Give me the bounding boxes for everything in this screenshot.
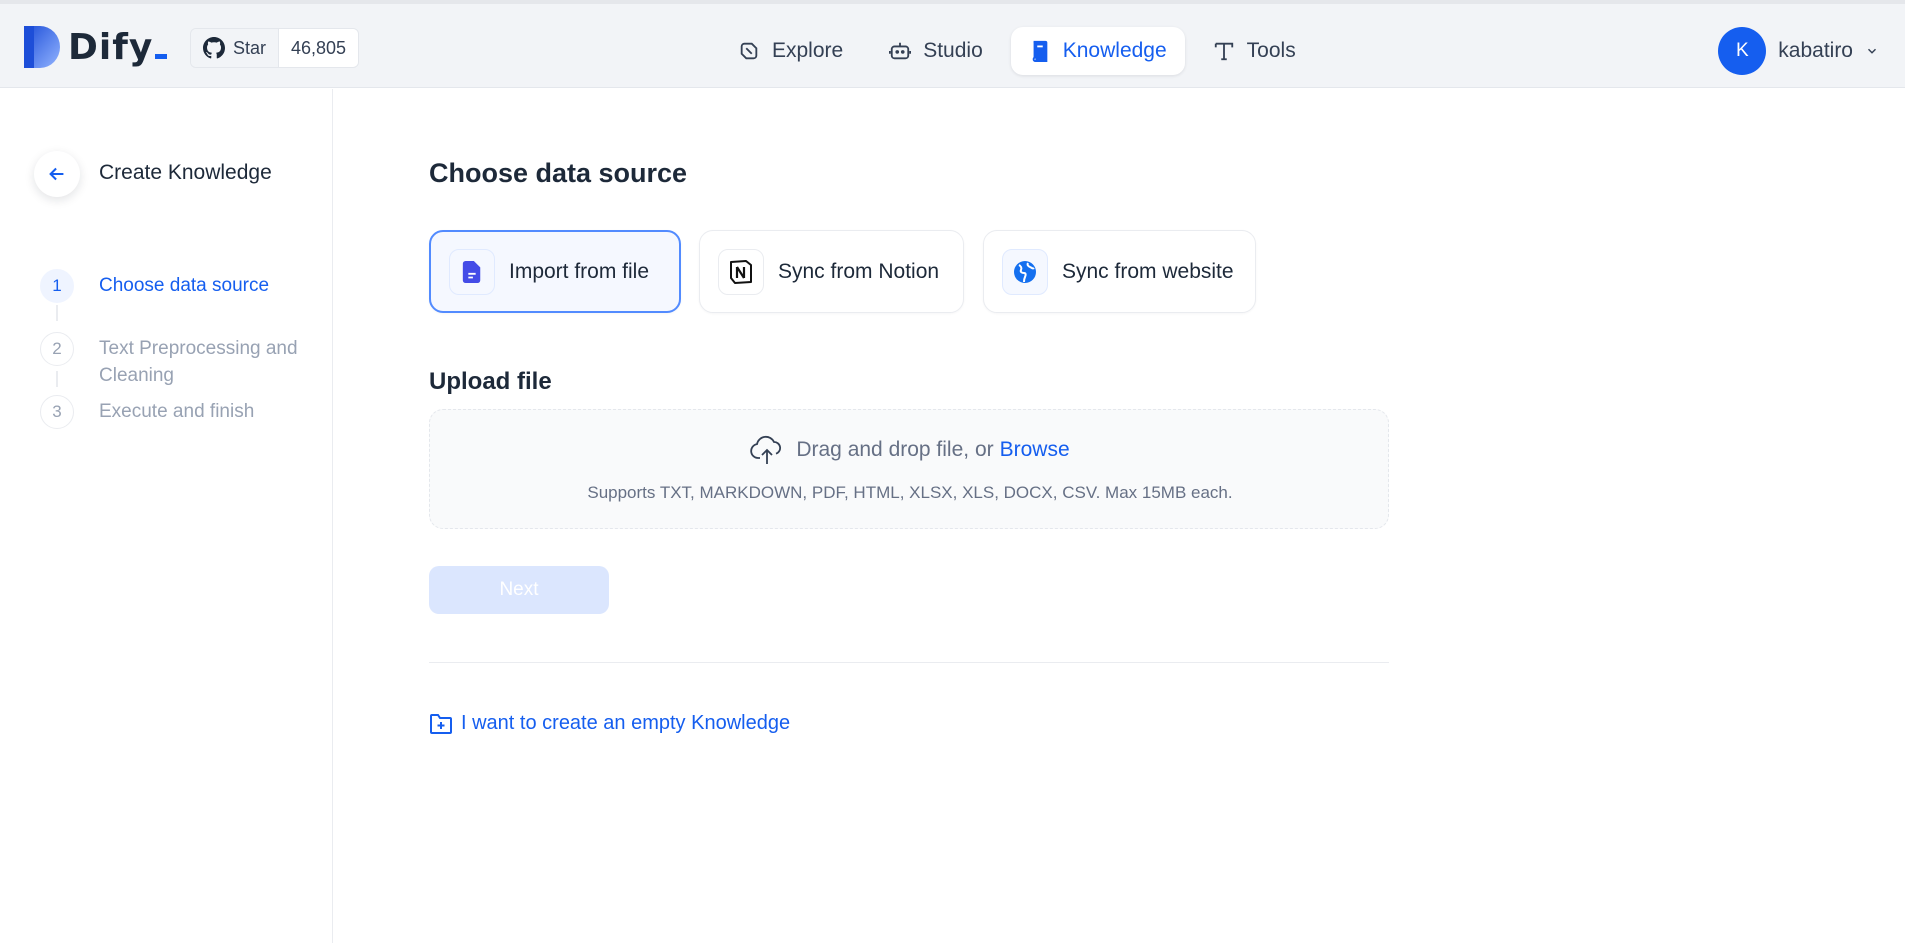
step-1: 1 Choose data source — [40, 269, 299, 303]
supported-formats: Supports TXT, MARKDOWN, PDF, HTML, XLSX,… — [587, 483, 1233, 502]
step-2-label: Text Preprocessing and Cleaning — [99, 338, 298, 386]
upload-heading: Upload file — [429, 368, 552, 395]
github-star-widget[interactable]: Star 46,805 — [190, 28, 360, 68]
nav-studio-label: Studio — [923, 39, 983, 62]
source-import-file-label: Import from file — [509, 259, 650, 283]
source-notion[interactable]: Sync from Notion — [699, 230, 964, 313]
globe-icon — [1014, 260, 1036, 283]
nav-explore-label: Explore — [772, 39, 844, 62]
user-menu[interactable]: K kabatiro — [1718, 27, 1879, 75]
github-star-label: Star — [233, 37, 267, 58]
source-website[interactable]: Sync from website — [983, 230, 1256, 313]
create-empty-knowledge-link[interactable]: I want to create an empty Knowledge — [429, 712, 790, 735]
github-star-count: 46,805 — [278, 29, 359, 67]
nav-tools[interactable]: Tools — [1195, 27, 1314, 75]
step-3-number: 3 — [40, 395, 74, 429]
nav-knowledge-label: Knowledge — [1062, 39, 1167, 62]
file-dropzone[interactable]: Drag and drop file, or Browse Supports T… — [429, 409, 1389, 529]
source-icon-box — [718, 248, 764, 295]
main-nav: Explore Studio Knowledge Tools — [720, 27, 1314, 75]
step-2: 2 Text Preprocessing and Cleaning — [40, 332, 299, 389]
step-connector — [56, 305, 58, 321]
step-3-label: Execute and finish — [99, 401, 255, 422]
robot-icon — [889, 42, 912, 60]
tools-icon — [1214, 42, 1233, 61]
browse-link[interactable]: Browse — [1000, 438, 1070, 462]
dify-logo-icon — [24, 26, 60, 68]
create-empty-knowledge-label: I want to create an empty Knowledge — [461, 712, 791, 734]
nav-tools-label: Tools — [1246, 39, 1296, 62]
step-connector — [56, 371, 58, 387]
step-3: 3 Execute and finish — [40, 395, 299, 429]
nav-explore[interactable]: Explore — [720, 27, 861, 75]
nav-studio[interactable]: Studio — [871, 27, 1001, 75]
steps-sidebar: Create Knowledge 1 Choose data source 2 … — [0, 89, 333, 943]
source-notion-label: Sync from Notion — [778, 259, 940, 283]
page-title: Choose data source — [429, 158, 688, 188]
step-2-number: 2 — [40, 332, 74, 366]
next-button[interactable]: Next — [429, 566, 609, 614]
nav-knowledge[interactable]: Knowledge — [1010, 27, 1185, 75]
book-icon — [1032, 40, 1048, 62]
username: kabatiro — [1778, 39, 1853, 62]
notion-icon — [730, 259, 752, 284]
source-website-label: Sync from website — [1062, 259, 1234, 283]
cloud-upload-icon — [750, 435, 782, 464]
github-icon — [203, 37, 225, 59]
github-star-button[interactable]: Star — [191, 29, 279, 67]
sidebar-title: Create Knowledge — [99, 161, 272, 184]
dropzone-row: Drag and drop file, or Browse — [430, 434, 1390, 466]
file-icon — [462, 260, 481, 283]
step-1-label: Choose data source — [99, 275, 270, 296]
source-import-file[interactable]: Import from file — [429, 230, 681, 313]
compass-icon — [740, 42, 758, 60]
source-icon-box — [1002, 248, 1048, 295]
dropzone-text: Drag and drop file, or — [796, 438, 994, 461]
step-1-number: 1 — [40, 269, 74, 303]
app-name: Dify — [68, 27, 168, 68]
source-icon-box — [449, 248, 495, 295]
divider — [429, 662, 1389, 663]
chevron-down-icon — [1867, 48, 1877, 54]
arrow-left-icon — [49, 167, 64, 181]
dify-logo[interactable]: Dify — [24, 26, 168, 68]
top-header: Dify Star 46,805 Explore Studio Knowledg… — [0, 4, 1905, 88]
back-button[interactable] — [34, 151, 80, 197]
avatar: K — [1718, 27, 1767, 75]
folder-plus-icon — [430, 713, 452, 734]
